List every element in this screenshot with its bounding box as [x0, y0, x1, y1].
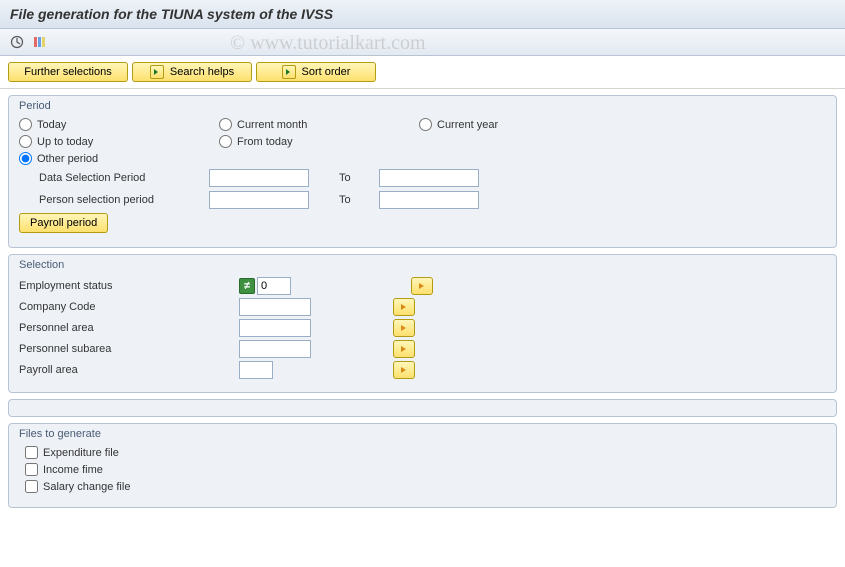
radio-up-to-today[interactable]: Up to today	[19, 135, 219, 148]
expenditure-checkbox[interactable]: Expenditure file	[19, 446, 826, 459]
income-checkbox[interactable]: Income fime	[19, 463, 826, 476]
payroll-area-label: Payroll area	[19, 364, 239, 376]
data-selection-from-input[interactable]	[209, 169, 309, 187]
files-group: Files to generate Expenditure file Incom…	[8, 423, 837, 508]
company-code-label: Company Code	[19, 301, 239, 313]
arrow-right-icon	[282, 65, 296, 79]
multiple-selection-button[interactable]	[393, 298, 415, 316]
spacer-group	[8, 399, 837, 417]
period-title: Period	[19, 100, 826, 112]
search-helps-button[interactable]: Search helps	[132, 62, 252, 82]
company-code-input[interactable]	[239, 298, 311, 316]
further-selections-label: Further selections	[24, 66, 111, 78]
radio-other-period[interactable]: Other period	[19, 152, 219, 165]
person-selection-to-input[interactable]	[379, 191, 479, 209]
selection-group: Selection Employment status ≠ Company Co…	[8, 254, 837, 393]
payroll-period-button[interactable]: Payroll period	[19, 213, 108, 233]
personnel-subarea-label: Personnel subarea	[19, 343, 239, 355]
app-toolbar	[0, 29, 845, 56]
search-helps-label: Search helps	[170, 66, 234, 78]
personnel-area-label: Personnel area	[19, 322, 239, 334]
data-selection-to-input[interactable]	[379, 169, 479, 187]
multiple-selection-button[interactable]	[411, 277, 433, 295]
sort-order-label: Sort order	[302, 66, 351, 78]
arrow-right-icon	[150, 65, 164, 79]
multiple-selection-button[interactable]	[393, 340, 415, 358]
radio-from-today[interactable]: From today	[219, 135, 419, 148]
person-selection-from-input[interactable]	[209, 191, 309, 209]
radio-current-month[interactable]: Current month	[219, 118, 419, 131]
multiple-selection-button[interactable]	[393, 319, 415, 337]
personnel-subarea-input[interactable]	[239, 340, 311, 358]
files-title: Files to generate	[19, 428, 826, 440]
radio-current-year[interactable]: Current year	[419, 118, 498, 131]
data-selection-label: Data Selection Period	[19, 172, 209, 184]
period-group: Period Today Current month Current year …	[8, 95, 837, 248]
further-selections-button[interactable]: Further selections	[8, 62, 128, 82]
execute-icon[interactable]	[8, 33, 26, 51]
multiple-selection-button[interactable]	[393, 361, 415, 379]
to-label: To	[339, 172, 379, 184]
personnel-area-input[interactable]	[239, 319, 311, 337]
payroll-area-input[interactable]	[239, 361, 273, 379]
page-title: File generation for the TIUNA system of …	[0, 0, 845, 29]
radio-today[interactable]: Today	[19, 118, 219, 131]
employment-status-label: Employment status	[19, 280, 239, 292]
person-selection-label: Person selection period	[19, 194, 209, 206]
sort-order-button[interactable]: Sort order	[256, 62, 376, 82]
selection-title: Selection	[19, 259, 826, 271]
not-equal-icon[interactable]: ≠	[239, 278, 255, 294]
action-buttons: Further selections Search helps Sort ord…	[0, 56, 845, 89]
to-label: To	[339, 194, 379, 206]
employment-status-input[interactable]	[257, 277, 291, 295]
variant-icon[interactable]	[30, 33, 48, 51]
salary-change-checkbox[interactable]: Salary change file	[19, 480, 826, 493]
